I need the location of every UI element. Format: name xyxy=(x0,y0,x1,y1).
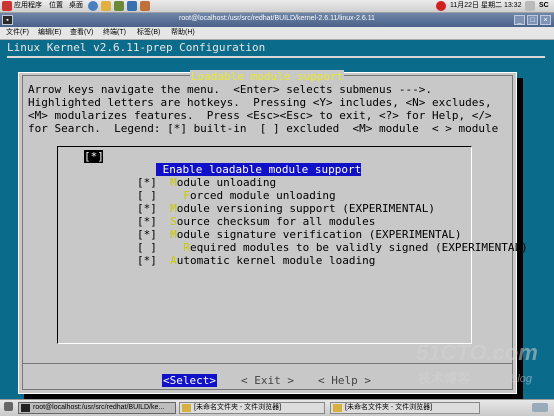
input-method-indicator[interactable]: SC xyxy=(539,1,549,11)
applications-menu[interactable]: 应用程序 xyxy=(14,1,42,11)
option-hotkey: A xyxy=(170,254,177,267)
option-checkbox[interactable]: [*] xyxy=(84,150,104,163)
watermark-cn: 技术博客 xyxy=(418,371,471,386)
menu-help[interactable]: 帮助(H) xyxy=(171,28,195,38)
spreadsheet-icon[interactable] xyxy=(127,1,137,11)
minimize-button[interactable]: _ xyxy=(514,15,525,25)
places-menu[interactable]: 位置 xyxy=(49,1,63,11)
panel-clock[interactable]: 11月22日 星期二 13:32 xyxy=(450,1,521,11)
taskbar-item-file-browser[interactable]: [未命名文件夹 - 文件浏览器] xyxy=(330,402,480,414)
workspace-switcher-icon[interactable] xyxy=(532,403,548,412)
taskbar-item-terminal[interactable]: root@localhost:/usr/src/redhat/BUILD/ke.… xyxy=(18,402,176,414)
task-label: [未命名文件夹 - 文件浏览器] xyxy=(194,404,282,411)
task-label: [未命名文件夹 - 文件浏览器] xyxy=(345,404,433,411)
bottom-taskbar: root@localhost:/usr/src/redhat/BUILD/ke.… xyxy=(0,399,554,416)
show-desktop-icon[interactable] xyxy=(4,402,13,411)
watermark-blog: Blog xyxy=(510,373,533,385)
menu-edit[interactable]: 编辑(E) xyxy=(38,28,61,38)
config-header: Linux Kernel v2.6.11-prep Configuration xyxy=(7,41,266,54)
close-button[interactable]: × xyxy=(540,15,551,25)
update-alert-icon[interactable] xyxy=(436,1,446,11)
help-line: Arrow keys navigate the menu. <Enter> se… xyxy=(28,83,432,96)
folder-icon xyxy=(182,404,191,412)
option-label: utomatic kernel module loading xyxy=(176,254,376,267)
option-source-checksum[interactable]: [*] Source checksum for all modules xyxy=(84,202,375,228)
task-label: root@localhost:/usr/src/redhat/BUILD/ke.… xyxy=(33,404,165,411)
redhat-logo-icon[interactable] xyxy=(2,1,12,11)
help-line: <M> modularizes features. Press <Esc><Es… xyxy=(28,109,492,122)
terminal-icon xyxy=(21,404,30,412)
window-title: root@localhost:/usr/src/redhat/BUILD/ker… xyxy=(179,15,375,22)
terminal-area[interactable]: Linux Kernel v2.6.11-prep Configuration … xyxy=(0,40,554,400)
option-module-versioning[interactable]: [*] Module versioning support (EXPERIMEN… xyxy=(84,189,435,215)
header-divider xyxy=(7,56,545,58)
top-panel: 应用程序 位置 桌面 11月22日 星期二 13:32 SC xyxy=(0,0,554,13)
select-button[interactable]: <Select> xyxy=(162,374,217,387)
help-line: for Search. Legend: [*] built-in [ ] exc… xyxy=(28,122,499,135)
writer-icon[interactable] xyxy=(114,1,124,11)
option-module-unloading[interactable]: [*] Module unloading xyxy=(84,163,276,189)
menu-view[interactable]: 查看(V) xyxy=(70,28,93,38)
folder-icon xyxy=(333,404,342,412)
options-list: [*] Enable loadable module support [*] M… xyxy=(57,146,528,344)
help-button[interactable]: < Help > xyxy=(317,374,372,387)
watermark-site: 51CTO.com xyxy=(416,340,538,365)
menu-tabs[interactable]: 标签(B) xyxy=(137,28,160,38)
exit-button[interactable]: < Exit > xyxy=(240,374,295,387)
option-module-signature-verification[interactable]: [*] Module signature verification (EXPER… xyxy=(84,215,462,241)
option-forced-module-unloading[interactable]: [ ] Forced module unloading xyxy=(84,176,336,202)
option-required-signed-modules[interactable]: [ ] Required modules to be validly signe… xyxy=(84,228,528,254)
presentation-icon[interactable] xyxy=(140,1,150,11)
option-automatic-module-loading[interactable]: [*] Automatic kernel module loading xyxy=(84,241,375,267)
option-checkbox[interactable]: [*] xyxy=(137,254,157,267)
window-title-bar[interactable]: ▪ root@localhost:/usr/src/redhat/BUILD/k… xyxy=(0,13,554,27)
volume-icon[interactable] xyxy=(525,1,535,11)
dialog-title: Loadable module support xyxy=(190,70,345,83)
taskbar-item-file-browser[interactable]: [未命名文件夹 - 文件浏览器] xyxy=(179,402,325,414)
help-line: Highlighted letters are hotkeys. Pressin… xyxy=(28,96,492,109)
menu-file[interactable]: 文件(F) xyxy=(6,28,29,38)
web-browser-icon[interactable] xyxy=(88,1,98,11)
desktop-menu[interactable]: 桌面 xyxy=(69,1,83,11)
menu-bar: 文件(F) 编辑(E) 查看(V) 终端(T) 标签(B) 帮助(H) xyxy=(0,27,554,40)
option-enable-loadable-module-support[interactable]: [*] Enable loadable module support xyxy=(84,150,362,176)
menu-terminal[interactable]: 终端(T) xyxy=(103,28,126,38)
maximize-button[interactable]: □ xyxy=(527,15,538,25)
mail-icon[interactable] xyxy=(101,1,111,11)
